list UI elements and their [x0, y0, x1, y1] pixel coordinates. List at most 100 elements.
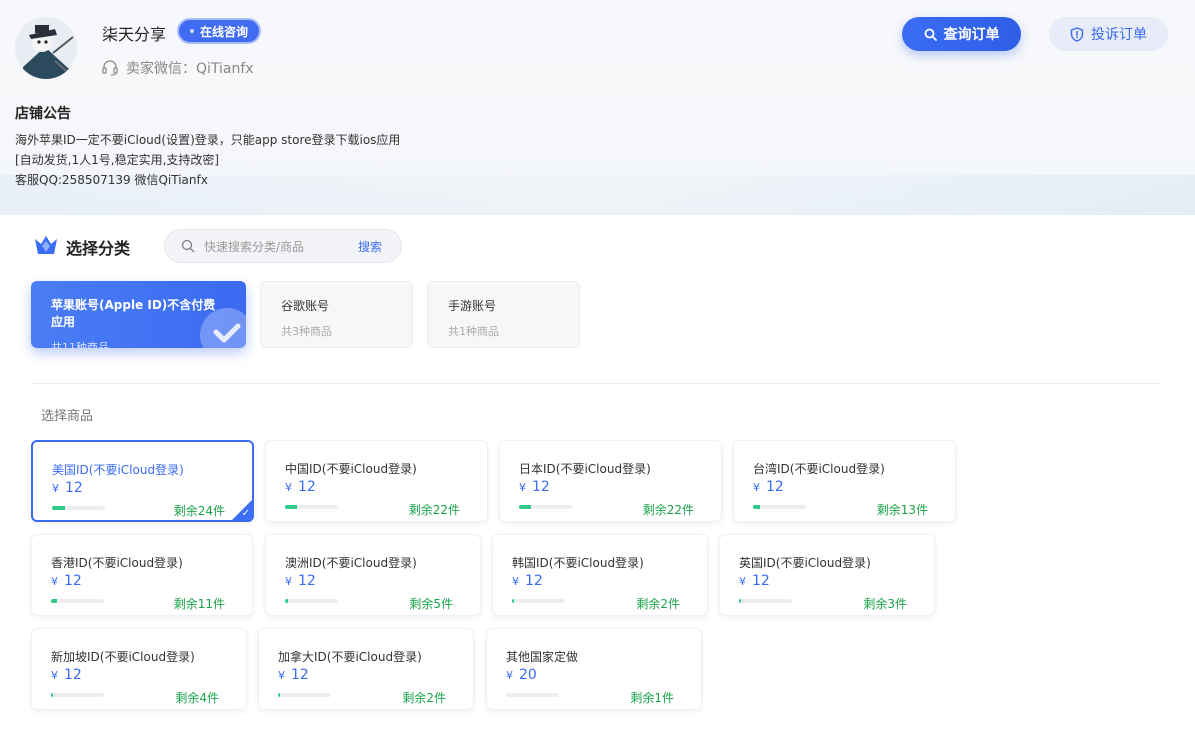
product-name: 台湾ID(不要iCloud登录) — [753, 462, 885, 476]
check-circle-icon — [200, 308, 246, 348]
price-value: 12 — [291, 667, 309, 683]
stock-progress-bar — [52, 506, 105, 510]
price-value: 12 — [752, 573, 770, 589]
stock-remaining: 剩余11件 — [173, 597, 225, 611]
stock-progress-fill — [285, 599, 288, 603]
check-icon: ✓ — [241, 508, 250, 519]
category-card-mobile-game[interactable]: 手游账号 共1种商品 — [427, 281, 580, 348]
stock-progress-fill — [51, 693, 54, 697]
product-card[interactable]: 澳洲ID(不要iCloud登录) ¥12 剩余5件 — [265, 534, 481, 616]
currency-symbol: ¥ — [753, 481, 760, 494]
product-name: 美国ID(不要iCloud登录) — [52, 463, 184, 477]
product-card[interactable]: 台湾ID(不要iCloud登录) ¥12 剩余13件 — [733, 440, 956, 522]
product-card[interactable]: 日本ID(不要iCloud登录) ¥12 剩余22件 — [499, 440, 722, 522]
category-search-box: 快速搜索分类/商品 搜索 — [164, 229, 402, 263]
notice-line: 客服QQ:258507139 微信QiTianfx — [15, 173, 208, 187]
category-card-google[interactable]: 谷歌账号 共3种商品 — [260, 281, 413, 348]
stock-remaining: 剩余5件 — [409, 597, 453, 611]
price-value: 12 — [766, 479, 784, 495]
product-name: 新加坡ID(不要iCloud登录) — [51, 650, 195, 664]
seller-wechat-label: 卖家微信：QiTianfx — [126, 61, 254, 77]
product-card[interactable]: 其他国家定做 ¥20 剩余1件 — [486, 628, 702, 710]
stock-remaining: 剩余24件 — [173, 504, 225, 518]
currency-symbol: ¥ — [512, 575, 519, 588]
search-icon — [181, 239, 195, 253]
notice-line: [自动发货,1人1号,稳定实用,支持改密] — [15, 153, 220, 167]
stock-remaining: 剩余22件 — [642, 503, 694, 517]
category-count: 共3种商品 — [281, 325, 332, 338]
seller-wechat: 卖家微信：QiTianfx — [101, 58, 254, 78]
complain-order-button[interactable]: 投诉订单 — [1049, 17, 1168, 51]
store-name: 柒天分享 — [102, 25, 167, 44]
stock-remaining: 剩余2件 — [636, 597, 680, 611]
store-avatar — [15, 17, 77, 79]
currency-symbol: ¥ — [285, 575, 292, 588]
product-name: 其他国家定做 — [506, 650, 579, 664]
stock-remaining: 剩余13件 — [876, 503, 928, 517]
product-name: 英国ID(不要iCloud登录) — [739, 556, 871, 570]
stock-progress-fill — [51, 599, 57, 603]
query-order-button[interactable]: 查询订单 — [902, 17, 1021, 51]
online-chat-button[interactable]: 在线咨询 — [177, 18, 262, 44]
stock-progress-fill — [519, 505, 531, 509]
stock-progress-fill — [278, 693, 280, 697]
product-name: 日本ID(不要iCloud登录) — [519, 462, 651, 476]
product-price: ¥12 — [753, 479, 784, 495]
category-card-apple-id[interactable]: 苹果账号(Apple ID)不含付费应用 共11种商品 — [31, 281, 246, 348]
product-price: ¥12 — [278, 667, 309, 683]
product-price: ¥12 — [51, 667, 82, 683]
product-card[interactable]: 加拿大ID(不要iCloud登录) ¥12 剩余2件 — [258, 628, 474, 710]
stock-progress-bar — [278, 693, 331, 697]
product-card[interactable]: 韩国ID(不要iCloud登录) ¥12 剩余2件 — [492, 534, 708, 616]
stock-progress-bar — [285, 505, 338, 509]
notice-line: 海外苹果ID一定不要iCloud(设置)登录，只能app store登录下载io… — [15, 133, 401, 147]
price-value: 12 — [298, 479, 316, 495]
product-price: ¥12 — [52, 480, 83, 496]
stock-progress-bar — [51, 599, 104, 603]
product-card[interactable]: 香港ID(不要iCloud登录) ¥12 剩余11件 — [31, 534, 253, 616]
stock-remaining: 剩余3件 — [863, 597, 907, 611]
stock-remaining: 剩余1件 — [630, 691, 674, 705]
query-order-label: 查询订单 — [943, 27, 1000, 43]
search-input[interactable]: 快速搜索分类/商品 — [204, 238, 349, 255]
product-card[interactable]: 新加坡ID(不要iCloud登录) ¥12 剩余4件 — [31, 628, 247, 710]
product-price: ¥12 — [285, 573, 316, 589]
price-value: 20 — [519, 667, 537, 683]
product-name: 加拿大ID(不要iCloud登录) — [278, 650, 422, 664]
price-value: 12 — [298, 573, 316, 589]
product-card[interactable]: 美国ID(不要iCloud登录) ¥12 剩余24件 ✓ — [31, 440, 254, 522]
product-price: ¥20 — [506, 667, 537, 683]
stock-progress-bar — [739, 599, 792, 603]
stock-progress-bar — [753, 505, 806, 509]
notice-title: 店铺公告 — [15, 106, 71, 122]
product-price: ¥12 — [512, 573, 543, 589]
category-name: 手游账号 — [448, 299, 497, 313]
stock-progress-fill — [52, 506, 66, 510]
stock-remaining: 剩余2件 — [402, 691, 446, 705]
stock-progress-bar — [512, 599, 565, 603]
search-button[interactable]: 搜索 — [358, 238, 382, 255]
section-divider — [31, 383, 1160, 384]
stock-progress-fill — [739, 599, 741, 603]
stock-progress-fill — [753, 505, 760, 509]
product-name: 韩国ID(不要iCloud登录) — [512, 556, 644, 570]
price-value: 12 — [64, 573, 82, 589]
avatar-image — [15, 17, 77, 79]
product-price: ¥12 — [519, 479, 550, 495]
stock-remaining: 剩余4件 — [175, 691, 219, 705]
headset-icon — [102, 60, 118, 76]
category-name: 谷歌账号 — [281, 299, 330, 313]
price-value: 12 — [64, 667, 82, 683]
price-value: 12 — [65, 480, 83, 496]
complain-order-label: 投诉订单 — [1091, 27, 1147, 43]
currency-symbol: ¥ — [506, 669, 513, 682]
stock-progress-bar — [51, 693, 104, 697]
product-card[interactable]: 中国ID(不要iCloud登录) ¥12 剩余22件 — [265, 440, 488, 522]
crown-icon — [35, 236, 57, 254]
stock-progress-fill — [512, 599, 514, 603]
product-card[interactable]: 英国ID(不要iCloud登录) ¥12 剩余3件 — [719, 534, 935, 616]
goods-section-title: 选择商品 — [41, 409, 94, 424]
price-value: 12 — [532, 479, 550, 495]
stock-progress-bar — [519, 505, 572, 509]
dot-icon — [190, 29, 194, 33]
